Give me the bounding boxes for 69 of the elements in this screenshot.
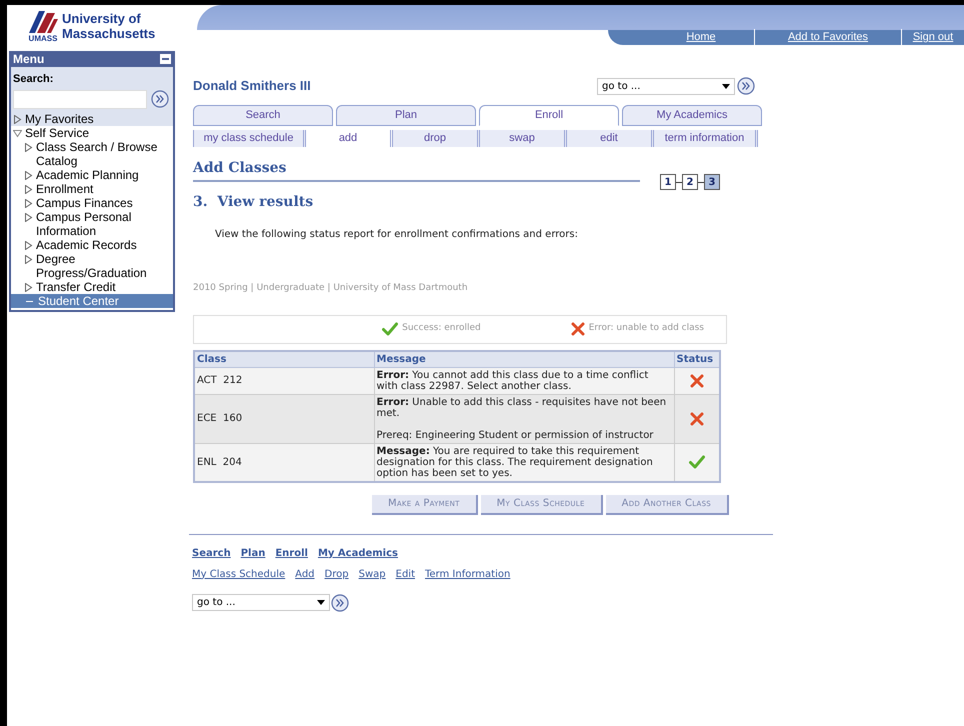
menu-item[interactable]: Academic Records	[11, 238, 173, 252]
step-indicator: 1	[660, 174, 676, 190]
page-title: Add Classes	[193, 160, 286, 176]
dash-icon	[26, 300, 33, 302]
go-icon[interactable]	[331, 594, 349, 612]
caret-right-icon[interactable]	[24, 142, 33, 152]
instructions: View the following status report for enrollment confirmations and errors:	[215, 228, 579, 242]
top-nav-link[interactable]: Add to Favorites	[788, 29, 868, 46]
bottom-link[interactable]: Enroll	[275, 546, 308, 560]
bottom-link[interactable]: My Class Schedule	[192, 566, 286, 582]
collapse-button[interactable]	[160, 54, 171, 64]
column-header: Message	[374, 350, 674, 367]
tab[interactable]: Enroll	[479, 105, 619, 126]
tab[interactable]: My Academics	[622, 105, 762, 126]
logo-wordmark: UMASS	[28, 34, 58, 42]
caret-right-icon[interactable]	[13, 114, 22, 124]
menu-item[interactable]: Campus Personal Information	[11, 210, 173, 238]
legend-label: Error: unable to add class	[588, 322, 704, 336]
go-icon[interactable]	[151, 90, 169, 108]
subtab[interactable]: drop	[393, 130, 480, 147]
subtab[interactable]: swap	[480, 130, 567, 147]
table-cell: Error: You cannot add this class due to a time conflict with class 22987. Select another class.	[374, 367, 674, 394]
table-cell: ECE 160	[194, 394, 374, 443]
subtab[interactable]: my class schedule	[193, 130, 306, 147]
menu-item[interactable]: Class Search / Browse Catalog	[11, 140, 173, 168]
bottom-link[interactable]: Swap	[358, 566, 386, 582]
menu-item[interactable]: Student Center	[11, 294, 173, 308]
goto-select[interactable]: go to ...	[597, 78, 735, 94]
step-heading: 3. View results	[193, 193, 314, 212]
top-nav-link[interactable]: Sign out	[912, 29, 954, 46]
logo-text: Massachusetts	[62, 26, 156, 40]
logo-text: University of	[62, 10, 142, 26]
menu-item[interactable]: Enrollment	[11, 182, 173, 196]
menu-item[interactable]: My Favorites	[11, 112, 173, 126]
menu-item[interactable]: Degree Progress/Graduation	[11, 252, 173, 280]
caret-right-icon[interactable]	[24, 282, 33, 292]
tab[interactable]: Search	[193, 105, 333, 126]
menu-item[interactable]: Self Service	[11, 126, 173, 140]
menu-item[interactable]: Academic Planning	[11, 168, 173, 182]
bottom-link[interactable]: Plan	[240, 546, 266, 560]
column-header: Class	[194, 350, 374, 367]
bottom-link[interactable]: Search	[192, 546, 231, 560]
top-nav-link[interactable]: Home	[686, 29, 716, 46]
menu-title: Menu	[13, 51, 44, 68]
bottom-link[interactable]: Drop	[324, 566, 349, 582]
dropdown-icon	[317, 600, 325, 605]
bottom-link[interactable]: Term Information	[425, 566, 510, 582]
table-cell: Message: You are required to take this requirement designation for this class. The requirement designation option has been set to yes.	[374, 443, 674, 482]
search-field[interactable]	[13, 90, 147, 108]
table-cell: ACT 212	[194, 367, 374, 394]
menu-item[interactable]: Transfer Credit	[11, 280, 173, 294]
search-label: Search:	[13, 72, 54, 87]
caret-down-icon[interactable]	[13, 128, 22, 138]
step-indicator: 2	[682, 174, 698, 190]
legend-label: Success: enrolled	[402, 322, 481, 336]
bottom-link[interactable]: Add	[295, 566, 315, 582]
bottom-link[interactable]: My Academics	[318, 546, 398, 560]
subtab[interactable]: edit	[567, 130, 654, 147]
subtab[interactable]: term information	[654, 130, 758, 147]
logo-icon	[27, 8, 59, 34]
term-info: 2010 Spring | Undergraduate | University of Mass Dartmouth	[193, 282, 469, 295]
step-indicator: 3	[704, 174, 720, 190]
bottom-link[interactable]: Edit	[396, 566, 415, 582]
dropdown-icon	[722, 84, 730, 88]
tab[interactable]: Plan	[336, 105, 476, 126]
student-name: Donald Smithers III	[193, 77, 311, 96]
go-icon[interactable]	[737, 77, 755, 95]
menu-item[interactable]: Campus Finances	[11, 196, 173, 210]
goto-select[interactable]: go to ...	[192, 594, 330, 611]
